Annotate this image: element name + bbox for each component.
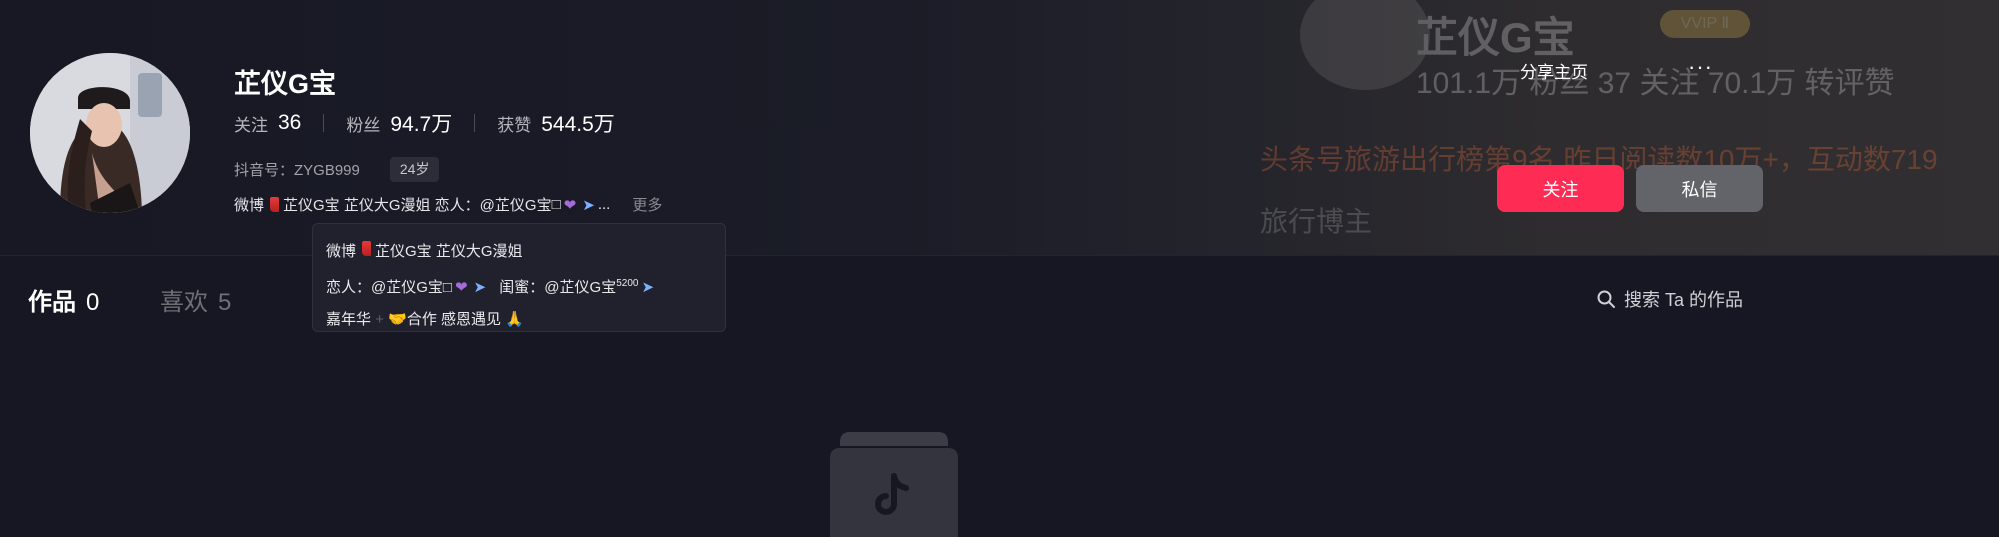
rocket-icon: ➤ [641,279,655,296]
cover-background: 芷仪G宝 VVIP Ⅱ 101.1万 粉丝 37 关注 70.1万 转评赞 头条… [1240,0,1999,255]
following-count[interactable]: 36 [278,111,301,135]
ellipsis-icon: ... [597,196,611,213]
avatar-photo [30,53,190,213]
header-divider [0,255,1999,256]
red-heel-icon [270,197,280,212]
tooltip-weibo-label: 微博 [326,243,357,260]
profile-name: 芷仪G宝 [234,69,337,99]
tab-works[interactable]: 作品 0 [28,282,99,317]
stat-divider [474,114,476,132]
pray-icon: 🙏 [505,311,524,328]
cover-avatar [1300,0,1430,90]
search-icon [1597,290,1615,308]
bio-tooltip: 微博 芷仪G宝 芷仪大G漫姐 恋人：@芷仪G宝□ ❤ ➤ 闺蜜：@芷仪G宝5200 ➤ … [312,223,726,332]
tooltip-line-3: 嘉年华 + 🤝合作 感恩遇见 🙏 [326,304,712,336]
purple-heart-icon: ❤ [454,279,468,296]
rocket-icon: ➤ [473,279,487,296]
douyin-id: 抖音号：ZYGB999 [234,162,360,179]
more-options-button[interactable]: ··· [1688,54,1713,80]
bio-text: 芷仪G宝 芷仪大G漫姐 恋人：@芷仪G宝 [283,197,552,214]
message-button[interactable]: 私信 [1636,165,1763,212]
bio-prefix: 微博 [234,197,265,214]
box-icon: □ [442,279,452,296]
profile-stats: 关注 36 粉丝 94.7万 获赞 544.5万 [234,108,615,138]
tab-likes-label: 喜欢 [160,289,208,316]
handshake-icon: 🤝 [388,311,407,328]
likes-count: 544.5万 [541,113,615,136]
fans-count[interactable]: 94.7万 [390,108,452,138]
tab-likes-count: 5 [218,289,232,316]
tab-works-label: 作品 [28,289,76,316]
avatar[interactable] [30,53,190,213]
search-label: 搜索 Ta 的作品 [1624,290,1744,310]
share-profile-button[interactable]: 分享主页 [1520,58,1588,83]
tooltip-bestie-sup: 5200 [616,278,639,289]
likes-label: 获赞 [497,115,532,135]
fans-label: 粉丝 [346,115,381,135]
red-heel-icon [362,241,372,256]
tooltip-partner-text: 恋人：@芷仪G宝 [326,279,443,296]
following-label: 关注 [234,115,268,135]
cover-stats: 101.1万 粉丝 37 关注 70.1万 转评赞 [1416,67,1895,100]
tooltip-line-2: 恋人：@芷仪G宝□ ❤ ➤ 闺蜜：@芷仪G宝5200 ➤ [326,268,712,304]
tooltip-weibo-text: 芷仪G宝 芷仪大G漫姐 [375,243,523,260]
search-works[interactable]: 搜索 Ta 的作品 [1596,286,1743,312]
tab-likes[interactable]: 喜欢 5 [160,282,231,317]
cover-tag-text: 旅行博主 [1260,206,1373,237]
profile-bio[interactable]: 微博 芷仪G宝 芷仪大G漫姐 恋人：@芷仪G宝 □ ❤ ➤ ... 更多 [234,194,662,215]
tooltip-line-1: 微博 芷仪G宝 芷仪大G漫姐 [326,236,712,268]
box-icon: □ [551,196,561,213]
purple-heart-icon: ❤ [563,196,577,214]
tab-works-count: 0 [86,289,100,316]
follow-button[interactable]: 关注 [1497,165,1624,212]
profile-id-row: 抖音号：ZYGB999 24岁 [234,157,440,182]
stat-divider [323,114,325,132]
empty-folder-icon [830,430,958,537]
age-badge: 24岁 [389,157,440,182]
tooltip-carnival-text: 嘉年华 [326,311,372,328]
cover-name: 芷仪G宝 [1416,14,1575,61]
bio-more-link[interactable]: 更多 [632,194,662,215]
tooltip-bestie-text: 闺蜜：@芷仪G宝 [499,279,617,296]
cover-vip-badge: VVIP Ⅱ [1660,10,1750,38]
rocket-icon: ➤ [582,196,595,214]
tooltip-coop-text: 合作 感恩遇见 [406,311,501,328]
plus-icon: + [375,311,384,328]
